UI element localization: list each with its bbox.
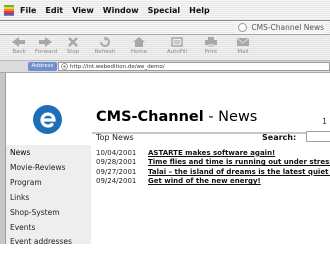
news-list: 10/04/2001 ASTARTE makes software again!… bbox=[96, 148, 330, 186]
print-label: Print bbox=[204, 49, 218, 55]
back-label: Back bbox=[12, 49, 26, 55]
window-title-bar[interactable]: CMS-Channel News bbox=[0, 21, 330, 35]
news-date: 09/27/2001 bbox=[96, 167, 137, 176]
url-field[interactable]: http://int.webedition.de/we_demo/ bbox=[58, 62, 330, 71]
menu-window[interactable]: Window bbox=[103, 6, 139, 15]
refresh-icon bbox=[100, 37, 110, 47]
print-button[interactable]: Print bbox=[196, 37, 226, 55]
news-link[interactable]: Get wind of the new energy! bbox=[148, 177, 261, 185]
nav-item-news[interactable]: News bbox=[6, 145, 91, 160]
news-date: 09/24/2001 bbox=[96, 177, 137, 186]
nav-item-shop-system[interactable]: Shop-System bbox=[6, 205, 91, 220]
address-tab[interactable]: Address bbox=[28, 62, 57, 71]
menu-edit[interactable]: Edit bbox=[45, 6, 63, 15]
news-date: 10/04/2001 bbox=[96, 148, 137, 157]
nav-item-events[interactable]: Events bbox=[6, 220, 91, 235]
e-logo-icon bbox=[39, 111, 56, 128]
autofill-icon bbox=[171, 37, 183, 47]
refresh-button[interactable]: Refresh bbox=[90, 37, 120, 55]
refresh-label: Refresh bbox=[94, 49, 116, 55]
back-arrow-icon bbox=[12, 37, 25, 47]
nav-item-movie-reviews[interactable]: Movie-Reviews bbox=[6, 160, 91, 175]
menu-bar: File Edit View Window Special Help bbox=[0, 0, 330, 21]
apple-menu-icon[interactable] bbox=[3, 4, 15, 16]
browser-toolbar: Back Forward Stop Refresh Home AutoFill … bbox=[0, 35, 330, 61]
nav-item-links[interactable]: Links bbox=[6, 190, 91, 205]
site-nav: News Movie-Reviews Program Links Shop-Sy… bbox=[6, 145, 91, 246]
mail-icon bbox=[237, 37, 249, 46]
stop-label: Stop bbox=[66, 49, 80, 55]
stop-button[interactable]: Stop bbox=[58, 37, 88, 55]
menu-file[interactable]: File bbox=[20, 6, 36, 15]
address-bar: Address http://int.webedition.de/we_demo… bbox=[0, 61, 330, 73]
forward-button[interactable]: Forward bbox=[31, 37, 61, 55]
mail-label: Mail bbox=[237, 49, 249, 55]
url-text: http://int.webedition.de/we_demo/ bbox=[70, 63, 165, 70]
autofill-button[interactable]: AutoFill bbox=[162, 37, 192, 55]
menu-special[interactable]: Special bbox=[148, 6, 181, 15]
menu-help[interactable]: Help bbox=[189, 6, 210, 15]
home-button[interactable]: Home bbox=[124, 37, 154, 55]
mail-button[interactable]: Mail bbox=[228, 37, 258, 55]
nav-item-event-addresses[interactable]: Event addresses bbox=[6, 235, 91, 259]
site-logo[interactable] bbox=[33, 105, 62, 134]
nav-item-program[interactable]: Program bbox=[6, 175, 91, 190]
site-title: CMS-Channel - News bbox=[96, 109, 257, 125]
home-label: Home bbox=[130, 49, 148, 55]
news-link[interactable]: ASTARTE makes software again! bbox=[148, 149, 275, 157]
news-date: 09/28/2001 bbox=[96, 158, 137, 167]
news-row: 09/28/2001 Time flies and time is runnin… bbox=[96, 158, 330, 168]
back-button[interactable]: Back bbox=[4, 37, 34, 55]
print-icon bbox=[205, 37, 217, 47]
page-proxy-icon bbox=[61, 63, 68, 70]
forward-label: Forward bbox=[34, 49, 58, 55]
brand-sub: - News bbox=[203, 109, 258, 125]
forward-arrow-icon bbox=[39, 37, 52, 47]
top-news-heading: Top News bbox=[96, 133, 134, 142]
brand-name: CMS-Channel bbox=[96, 109, 204, 125]
news-row: 09/27/2001 Talai – the island of dreams … bbox=[96, 167, 330, 177]
autofill-label: AutoFill bbox=[166, 49, 188, 55]
home-icon bbox=[133, 37, 145, 47]
news-link[interactable]: Time flies and time is running out under… bbox=[148, 158, 330, 166]
menu-view[interactable]: View bbox=[72, 6, 94, 15]
window-title: CMS-Channel News bbox=[251, 23, 324, 32]
news-row: 10/04/2001 ASTARTE makes software again! bbox=[96, 148, 330, 158]
news-row: 09/24/2001 Get wind of the new energy! bbox=[96, 177, 330, 187]
search-input[interactable] bbox=[306, 131, 330, 142]
news-link[interactable]: Talai – the island of dreams is the late… bbox=[148, 168, 330, 176]
header-number: 1 bbox=[322, 117, 328, 126]
window-widget-icon[interactable] bbox=[238, 23, 248, 32]
search-label: Search: bbox=[262, 133, 297, 142]
stop-icon bbox=[68, 37, 78, 47]
window-title-group: CMS-Channel News bbox=[235, 22, 326, 33]
